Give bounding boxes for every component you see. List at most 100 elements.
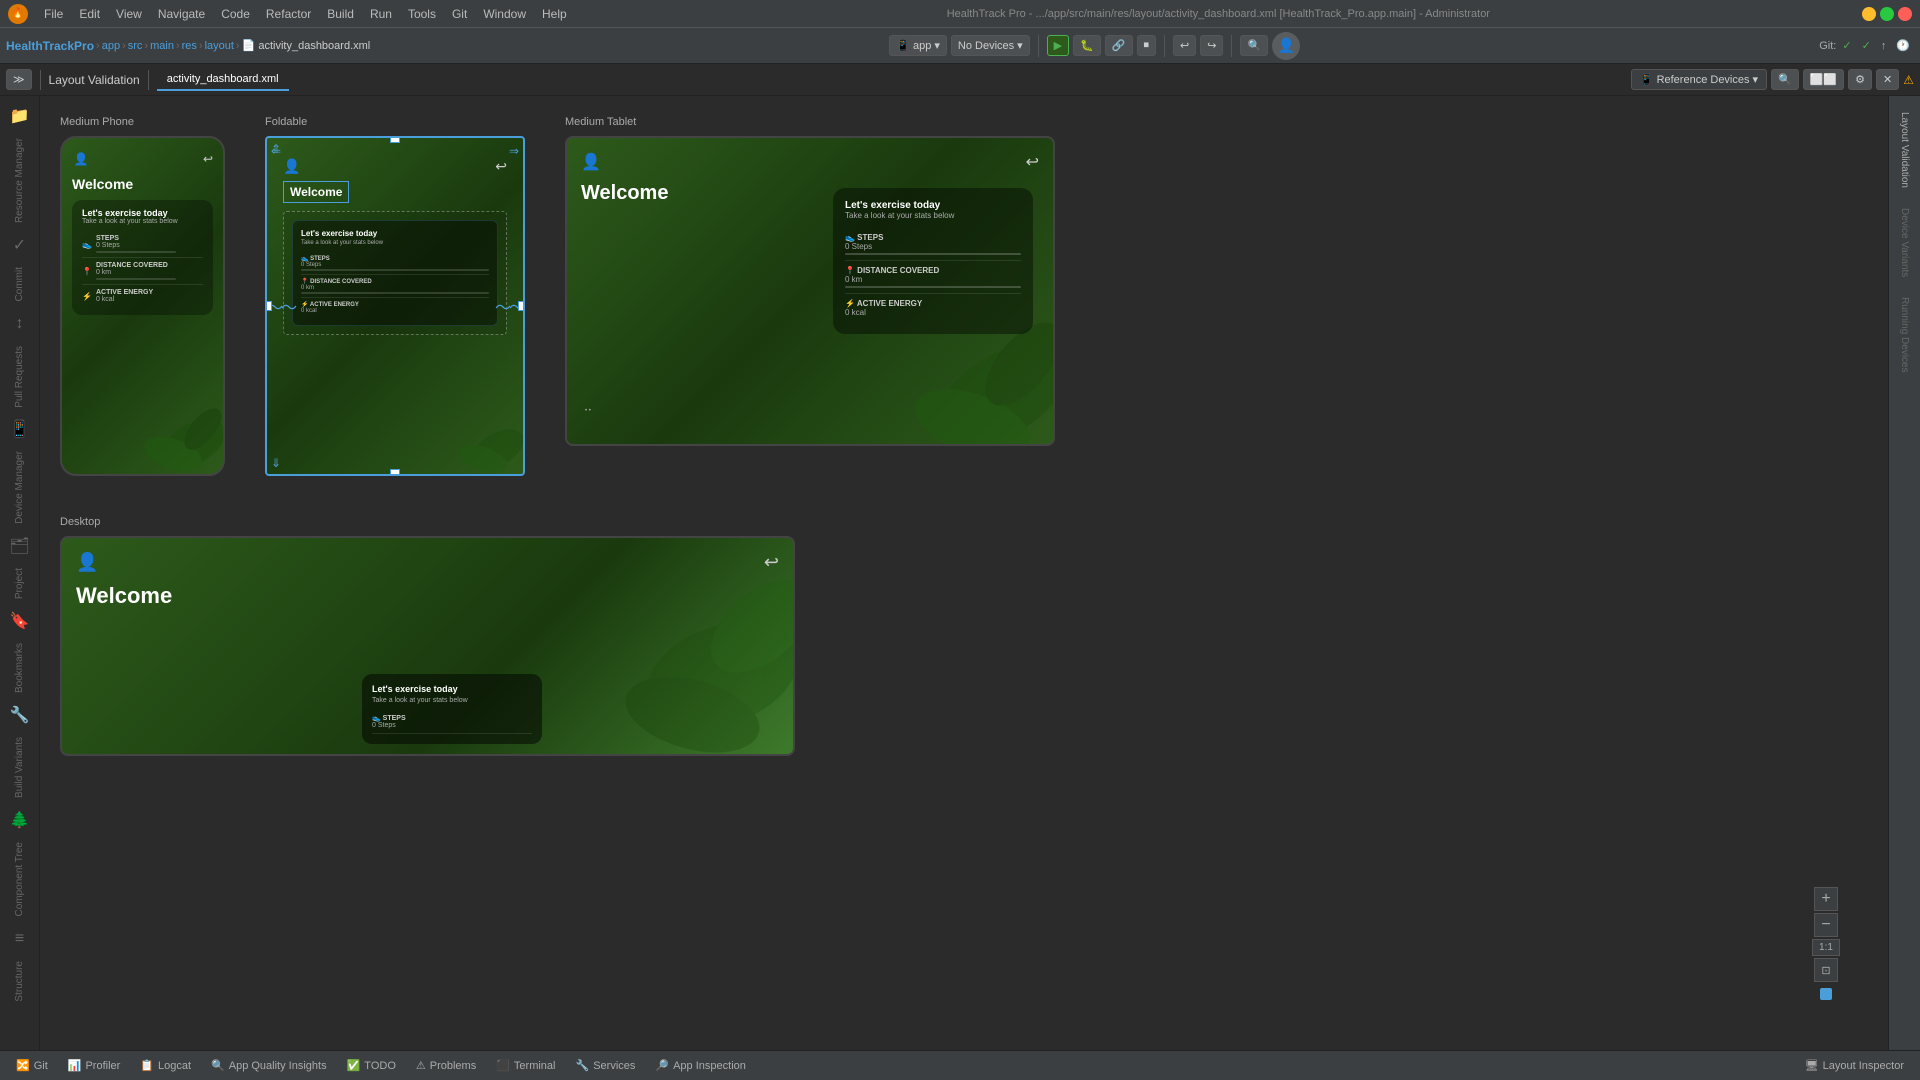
layout-validation-panel-label[interactable]: Layout Validation	[1897, 104, 1912, 196]
resize-handle-top[interactable]	[390, 136, 400, 143]
breadcrumb-res[interactable]: res	[182, 40, 197, 52]
reference-devices-btn[interactable]: 📱 Reference Devices ▾	[1631, 69, 1767, 90]
resize-handle-bottom[interactable]: 0:0	[390, 469, 400, 476]
status-layout-inspector[interactable]: 🖥 Layout Inspector	[1797, 1059, 1912, 1072]
minimize-button[interactable]	[1862, 7, 1876, 21]
foldable-exit-icon: ↩	[495, 158, 507, 175]
menu-build[interactable]: Build	[319, 5, 362, 23]
git-clock-btn[interactable]: 🕐	[1892, 37, 1914, 54]
menu-file[interactable]: File	[36, 5, 71, 23]
sidebar-project[interactable]: 🗂	[4, 530, 36, 562]
redo-button[interactable]: ↪	[1200, 35, 1223, 56]
sidebar-commit[interactable]: ✓	[4, 229, 36, 261]
project-name[interactable]: HealthTrackPro	[6, 39, 94, 53]
git-label: Git:	[1819, 40, 1836, 52]
resize-handle-right[interactable]	[518, 301, 525, 311]
sidebar-build-variants[interactable]: 🔧	[4, 699, 36, 731]
user-avatar[interactable]: 👤	[1272, 32, 1300, 60]
foldable-stat-steps: 👟 STEPS 0 Steps	[301, 252, 489, 275]
arrow-expand-right: ⇒	[509, 144, 519, 158]
run-button[interactable]: ▶	[1047, 35, 1069, 56]
steps-icon: 👟	[82, 240, 92, 249]
status-todo[interactable]: ✅ TODO	[339, 1059, 404, 1072]
foldable-stat-energy: ⚡ ACTIVE ENERGY 0 kcal	[301, 298, 489, 317]
status-app-inspection[interactable]: 🔎 App Inspection	[647, 1059, 753, 1072]
attach-button[interactable]: 🔗	[1105, 35, 1133, 56]
maximize-button[interactable]	[1880, 7, 1894, 21]
menu-code[interactable]: Code	[213, 5, 258, 23]
no-devices-btn[interactable]: No Devices ▾	[951, 35, 1030, 56]
problems-label: Problems	[430, 1060, 476, 1072]
debug-button[interactable]: 🐛	[1073, 35, 1101, 56]
menu-navigate[interactable]: Navigate	[150, 5, 213, 23]
close-panel-btn[interactable]: ✕	[1876, 69, 1899, 90]
sidebar-resource-manager-label: Resource Manager	[14, 134, 25, 227]
stop-button[interactable]: ⏹	[1137, 35, 1157, 56]
git-check2-btn[interactable]: ✓	[1858, 37, 1875, 54]
status-git[interactable]: 🔀 Git	[8, 1059, 56, 1072]
running-devices-label[interactable]: Running Devices	[1897, 289, 1912, 381]
main-toolbar: HealthTrackPro › app › src › main › res …	[0, 28, 1920, 64]
resize-handle-left[interactable]	[265, 301, 272, 311]
menu-refactor[interactable]: Refactor	[258, 5, 319, 23]
sidebar-device-manager[interactable]: 📱	[4, 413, 36, 445]
phone-card-title: Let's exercise today	[82, 208, 203, 218]
search-button[interactable]: 🔍	[1240, 35, 1268, 56]
breadcrumb-app[interactable]: app	[102, 40, 120, 52]
close-button[interactable]	[1898, 7, 1912, 21]
git-check-btn[interactable]: ✓	[1838, 37, 1855, 54]
status-profiler[interactable]: 📊 Profiler	[60, 1059, 129, 1072]
undo-button[interactable]: ↩	[1173, 35, 1196, 56]
breadcrumb-main[interactable]: main	[150, 40, 174, 52]
sidebar-bookmarks[interactable]: 🔖	[4, 605, 36, 637]
git-status-icon: 🔀	[16, 1059, 30, 1072]
zoom-in-button[interactable]: +	[1814, 887, 1838, 911]
app-quality-label: App Quality Insights	[229, 1060, 327, 1072]
breadcrumb-src[interactable]: src	[128, 40, 143, 52]
tablet-avatar: 👤	[581, 152, 601, 172]
arrow-up: ⇑	[271, 142, 281, 156]
sidebar-structure[interactable]: ≡	[4, 923, 36, 955]
status-logcat[interactable]: 📋 Logcat	[132, 1059, 199, 1072]
energy-value: 0 kcal	[96, 296, 153, 303]
collapse-sidebar-btn[interactable]: ≫	[6, 69, 32, 90]
menu-help[interactable]: Help	[534, 5, 575, 23]
steps-bar	[96, 251, 176, 253]
status-problems[interactable]: ⚠ Problems	[408, 1059, 484, 1072]
device-selector-btn[interactable]: 📱 app ▾	[889, 35, 947, 56]
steps-value: 0 Steps	[96, 242, 176, 249]
sidebar-component-tree[interactable]: 🌲	[4, 804, 36, 836]
zoom-controls: + − 1:1 ⊡	[1812, 887, 1840, 1000]
zoom-preview-btn[interactable]: 🔍	[1771, 69, 1799, 90]
copy-btn[interactable]: ⬜⬜	[1803, 69, 1844, 90]
status-services[interactable]: 🔧 Services	[568, 1059, 644, 1072]
tablet-header: 👤 ↩	[581, 152, 1039, 172]
foldable-distance-label: 📍 DISTANCE COVERED	[301, 278, 489, 285]
sidebar-resource-manager[interactable]: 📁	[4, 100, 36, 132]
device-variants-label[interactable]: Device Variants	[1897, 200, 1912, 285]
breadcrumb: HealthTrackPro › app › src › main › res …	[6, 39, 370, 53]
phone-stat-energy: ⚡ ACTIVE ENERGY 0 kcal	[82, 285, 203, 307]
menu-edit[interactable]: Edit	[71, 5, 108, 23]
git-arrow-btn[interactable]: ↑	[1877, 38, 1891, 54]
status-app-quality[interactable]: 🔍 App Quality Insights	[203, 1059, 335, 1072]
zoom-out-button[interactable]: −	[1814, 913, 1838, 937]
logcat-label: Logcat	[158, 1060, 191, 1072]
menu-window[interactable]: Window	[475, 5, 534, 23]
phone-card: Let's exercise today Take a look at your…	[72, 200, 213, 315]
foldable-wrapper: 0:0 ⇐ ⇒ ⇑ ⇓	[265, 136, 525, 476]
phone-exit-icon: ↩	[203, 152, 213, 166]
app-icon: 🔥	[8, 4, 28, 24]
menu-git[interactable]: Git	[444, 5, 475, 23]
tab-activity-dashboard[interactable]: activity_dashboard.xml	[157, 69, 289, 91]
menu-run[interactable]: Run	[362, 5, 400, 23]
menu-view[interactable]: View	[108, 5, 150, 23]
no-devices-label: No Devices	[958, 40, 1014, 52]
status-terminal[interactable]: ⬛ Terminal	[488, 1059, 563, 1072]
sidebar-pull-requests[interactable]: ↕	[4, 308, 36, 340]
breadcrumb-layout[interactable]: layout	[205, 40, 234, 52]
resize-arrows-h: ⇐ ⇒	[271, 144, 519, 158]
zoom-fit-button[interactable]: ⊡	[1814, 958, 1838, 982]
menu-tools[interactable]: Tools	[400, 5, 444, 23]
settings-gear-btn[interactable]: ⚙	[1848, 69, 1872, 90]
